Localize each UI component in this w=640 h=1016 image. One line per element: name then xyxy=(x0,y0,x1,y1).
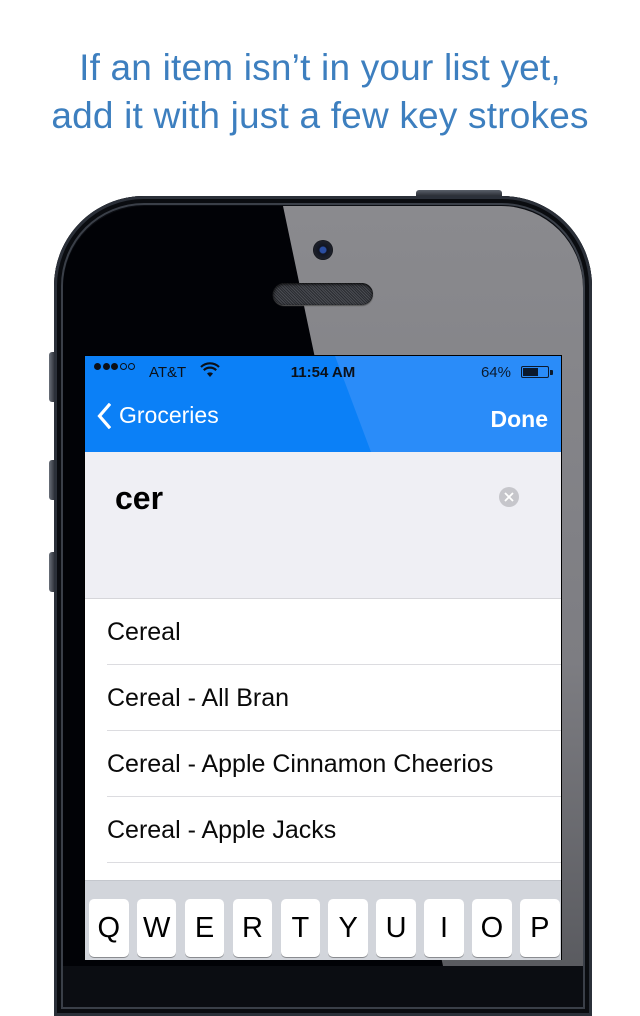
key-u[interactable]: U xyxy=(376,899,416,957)
done-button[interactable]: Done xyxy=(491,406,549,433)
battery-icon xyxy=(521,366,549,378)
earpiece-speaker xyxy=(273,283,373,305)
keyboard-row-1: Q W E R T Y U I O P xyxy=(89,899,560,957)
suggestion-item[interactable]: Cereal - Apple Cinnamon Cheerios xyxy=(107,731,561,797)
battery-tip xyxy=(550,370,553,375)
headline-line-1: If an item isn’t in your list yet, xyxy=(79,47,561,88)
suggestion-item[interactable]: Cereal - All Bran xyxy=(107,665,561,731)
key-t[interactable]: T xyxy=(280,899,321,957)
key-o[interactable]: O xyxy=(472,899,512,957)
battery-percent: 64% xyxy=(480,364,511,381)
on-screen-keyboard: Q W E R T Y U I O P xyxy=(85,880,561,960)
key-p[interactable]: P xyxy=(520,899,560,957)
back-button-label: Groceries xyxy=(119,402,219,428)
item-entry-value[interactable]: cer xyxy=(115,480,163,517)
key-y[interactable]: Y xyxy=(328,899,368,957)
item-entry-field[interactable]: cer xyxy=(85,452,561,599)
chevron-left-icon xyxy=(97,402,111,429)
back-button[interactable]: Groceries xyxy=(97,402,219,429)
suggestion-label: Cereal xyxy=(107,618,181,646)
headline-line-2: add it with just a few key strokes xyxy=(51,95,589,136)
battery-level-fill xyxy=(523,368,538,376)
status-bar: AT&T 11:54 AM 64% xyxy=(85,356,561,388)
suggestion-list: Cereal Cereal - All Bran Cereal - Apple … xyxy=(85,599,561,863)
suggestion-item[interactable]: Cereal xyxy=(107,599,561,665)
suggestion-label: Cereal - All Bran xyxy=(107,684,290,712)
key-e[interactable]: E xyxy=(184,899,225,957)
suggestion-label: Cereal - Apple Cinnamon Cheerios xyxy=(107,750,494,778)
suggestion-item[interactable]: Cereal - Apple Jacks xyxy=(107,797,561,863)
top-bar: AT&T 11:54 AM 64% Groceries Done xyxy=(85,356,561,452)
key-r[interactable]: R xyxy=(232,899,273,957)
promo-headline: If an item isn’t in your list yet, add i… xyxy=(0,44,640,140)
clear-text-button[interactable] xyxy=(499,487,519,507)
key-i[interactable]: I xyxy=(424,899,464,957)
key-w[interactable]: W xyxy=(136,899,177,957)
app-screen: AT&T 11:54 AM 64% Groceries Done cer Cer… xyxy=(85,356,561,960)
clear-circle-icon xyxy=(504,492,514,502)
suggestion-label: Cereal - Apple Jacks xyxy=(107,816,337,844)
front-camera-icon xyxy=(313,240,333,260)
navigation-bar: Groceries Done xyxy=(85,388,561,452)
key-q[interactable]: Q xyxy=(89,899,129,957)
